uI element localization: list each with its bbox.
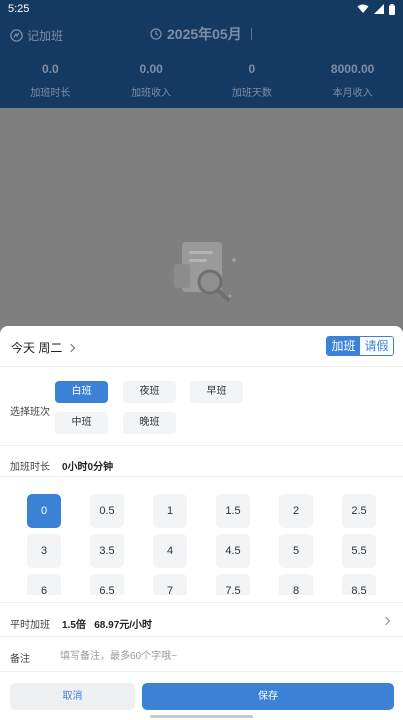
note-label: 备注 (10, 654, 30, 665)
chevron-right-icon[interactable] (381, 616, 391, 626)
hour-option[interactable]: 5.5 (342, 534, 376, 568)
tab-leave[interactable]: 请假 (360, 337, 393, 355)
hour-option[interactable]: 4 (153, 534, 187, 568)
duration-label: 加班时长 (10, 462, 50, 473)
record-icon (10, 29, 23, 42)
hour-option[interactable]: 3.5 (90, 534, 124, 568)
sheet-header: 今天 周二 加班 请假 (0, 326, 403, 366)
divider (0, 445, 403, 446)
hour-option[interactable]: 1 (153, 494, 187, 528)
stat-monthly-income: 8000.00 本月收入 (330, 62, 375, 99)
hour-option[interactable]: 3 (27, 534, 61, 568)
divider (0, 366, 403, 367)
stat-overtime-income: 0.00 加班收入 (131, 62, 172, 99)
record-overtime-link[interactable]: 记加班 (10, 27, 63, 44)
hour-option[interactable]: 1.5 (216, 494, 250, 528)
signal-icon (374, 4, 384, 14)
shift-option-evening[interactable]: 晚班 (123, 412, 176, 434)
hour-option[interactable]: 2 (279, 494, 313, 528)
shift-label: 选择班次 (10, 407, 50, 418)
divider (0, 476, 403, 477)
hour-picker-grid[interactable]: 0 0.5 1 1.5 2 2.5 3 3.5 4 4.5 5 5.5 6 6.… (0, 484, 403, 595)
empty-state-icon (174, 242, 236, 302)
hour-option[interactable]: 6 (27, 574, 61, 595)
status-time: 5:25 (8, 3, 30, 15)
clock-icon (150, 28, 162, 40)
shift-option-night[interactable]: 夜班 (123, 381, 176, 403)
stat-overtime-days: 0 加班天数 (231, 62, 272, 99)
hour-option[interactable]: 7 (153, 574, 187, 595)
chevron-right-icon (67, 343, 76, 352)
summary-stats: 0.0 加班时长 0.00 加班收入 0 加班天数 8000.00 本月收入 (0, 60, 403, 100)
hour-option[interactable]: 2.5 (342, 494, 376, 528)
hour-option[interactable]: 8 (279, 574, 313, 595)
home-indicator (150, 715, 253, 718)
hour-option[interactable]: 5 (279, 534, 313, 568)
status-icons (357, 3, 395, 15)
status-bar: 5:25 (0, 0, 403, 18)
rate-label: 平时加班 (10, 620, 50, 631)
date-selector[interactable]: 今天 周二 (11, 339, 76, 356)
mode-toggle: 加班 请假 (326, 336, 394, 356)
hour-option[interactable]: 6.5 (90, 574, 124, 595)
battery-icon (389, 3, 395, 15)
note-input[interactable] (60, 646, 380, 666)
stat-overtime-hours: 0.0 加班时长 (30, 62, 71, 99)
app-header: 记加班 2025年05月 (0, 22, 403, 48)
tab-overtime[interactable]: 加班 (327, 337, 360, 355)
save-button[interactable]: 保存 (142, 683, 394, 710)
hour-option[interactable]: 7.5 (216, 574, 250, 595)
divider (0, 671, 403, 672)
hour-option[interactable]: 0 (27, 494, 61, 528)
shift-option-middle[interactable]: 中班 (55, 412, 108, 434)
rate-value[interactable]: 1.5倍 68.97元/小时 (62, 616, 152, 631)
duration-value: 0小时0分钟 (62, 462, 114, 473)
month-selector[interactable]: 2025年05月 (150, 24, 252, 44)
divider (0, 602, 403, 603)
shift-option-morning[interactable]: 早班 (190, 381, 243, 403)
shift-option-day[interactable]: 白班 (55, 381, 108, 403)
record-overtime-label: 记加班 (27, 29, 64, 43)
divider (0, 636, 403, 637)
hour-option[interactable]: 4.5 (216, 534, 250, 568)
month-title: 2025年05月 (167, 26, 242, 42)
wifi-icon (357, 4, 369, 13)
cancel-button[interactable]: 取消 (10, 683, 135, 710)
date-title: 今天 周二 (11, 341, 63, 355)
add-overtime-sheet: 今天 周二 加班 请假 选择班次 白班 夜班 早班 中班 晚班 加班时长 0小时… (0, 326, 403, 720)
hour-option[interactable]: 0.5 (90, 494, 124, 528)
month-divider (250, 28, 252, 40)
hour-option[interactable]: 8.5 (342, 574, 376, 595)
